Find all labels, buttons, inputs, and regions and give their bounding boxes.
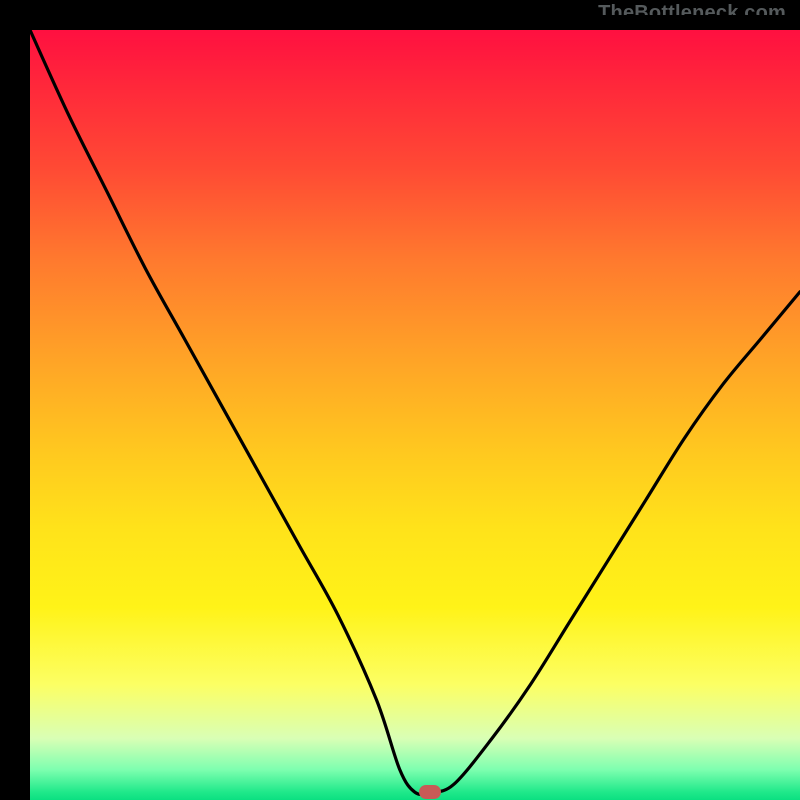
optimal-point-marker [419, 785, 441, 799]
chart-frame [15, 15, 785, 785]
bottleneck-curve [30, 30, 800, 800]
plot-area [30, 30, 800, 800]
